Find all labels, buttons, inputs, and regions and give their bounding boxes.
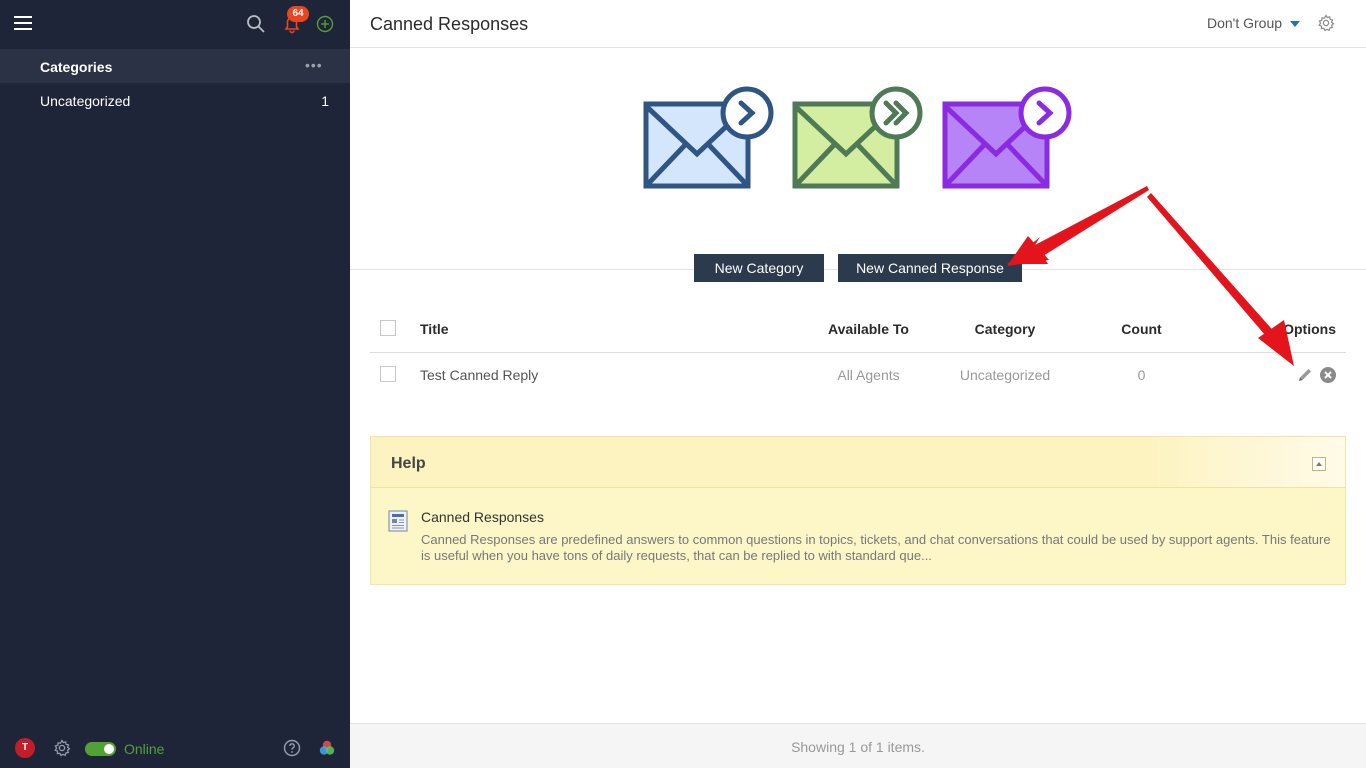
- group-by-dropdown[interactable]: Don't Group: [1207, 15, 1301, 31]
- column-category[interactable]: Category: [930, 321, 1080, 337]
- categories-label: Categories: [40, 59, 113, 75]
- column-available-to[interactable]: Available To: [790, 321, 947, 337]
- apps-icon[interactable]: [318, 739, 336, 757]
- items-summary: Showing 1 of 1 items.: [791, 739, 925, 755]
- envelopes-illustration: [643, 86, 1072, 189]
- help-article-title[interactable]: Canned Responses: [421, 509, 544, 525]
- table-row[interactable]: Test Canned Reply All Agents Uncategoriz…: [370, 353, 1346, 396]
- menu-icon[interactable]: [14, 16, 32, 30]
- column-options: Options: [1283, 321, 1336, 337]
- mail-reply-icon: [942, 86, 1072, 189]
- help-article-body: Canned Responses are predefined answers …: [421, 532, 1331, 563]
- sidebar-item-uncategorized[interactable]: Uncategorized 1: [0, 84, 350, 116]
- article-icon: [388, 510, 408, 532]
- group-by-label: Don't Group: [1207, 15, 1283, 31]
- help-title: Help: [391, 455, 426, 472]
- settings-icon[interactable]: [1317, 14, 1335, 32]
- new-category-button[interactable]: New Category: [694, 254, 824, 282]
- help-panel: Help Canned Responses Canned Responses a…: [370, 436, 1346, 585]
- help-header: Help: [371, 437, 1345, 488]
- page-title: Canned Responses: [370, 14, 529, 34]
- table-footer: Showing 1 of 1 items.: [350, 723, 1366, 768]
- sidebar-item-count: 1: [321, 93, 329, 109]
- row-count: 0: [1137, 367, 1146, 383]
- top-bar: Canned Responses Don't Group: [350, 0, 1366, 48]
- sidebar: 64 Categories ••• Uncategorized 1 T Onli…: [0, 0, 350, 768]
- table-header: Title Available To Category Count Option…: [370, 310, 1346, 353]
- search-icon[interactable]: [246, 14, 266, 34]
- new-canned-response-button[interactable]: New Canned Response: [838, 254, 1022, 282]
- row-available-to: All Agents: [837, 367, 900, 383]
- categories-header: Categories •••: [0, 49, 350, 83]
- column-title[interactable]: Title: [420, 321, 449, 337]
- status-label: Online: [124, 741, 165, 757]
- sidebar-toolbar: 64: [0, 0, 350, 48]
- row-checkbox[interactable]: [380, 366, 396, 382]
- sidebar-item-label: Uncategorized: [40, 93, 131, 109]
- mail-forward-icon: [792, 86, 923, 189]
- mail-send-icon: [643, 86, 774, 189]
- select-all-checkbox[interactable]: [380, 320, 396, 336]
- notification-badge: 64: [287, 6, 309, 22]
- collapse-icon[interactable]: [1312, 457, 1326, 471]
- column-count[interactable]: Count: [1090, 321, 1193, 337]
- online-status-toggle[interactable]: [85, 742, 116, 756]
- avatar[interactable]: T: [15, 738, 35, 758]
- row-category: Uncategorized: [959, 367, 1051, 383]
- settings-icon[interactable]: [53, 739, 71, 757]
- row-title[interactable]: Test Canned Reply: [420, 367, 538, 383]
- edit-icon[interactable]: [1296, 366, 1314, 384]
- help-icon[interactable]: [283, 739, 301, 757]
- canned-responses-table: Title Available To Category Count Option…: [370, 310, 1346, 396]
- chevron-down-icon: [1290, 21, 1301, 28]
- add-icon[interactable]: [316, 15, 334, 33]
- more-options-icon[interactable]: •••: [305, 57, 323, 73]
- annotation-arrow-icon: [1007, 186, 1149, 266]
- delete-icon[interactable]: [1319, 366, 1337, 384]
- sidebar-footer: T Online: [0, 728, 350, 768]
